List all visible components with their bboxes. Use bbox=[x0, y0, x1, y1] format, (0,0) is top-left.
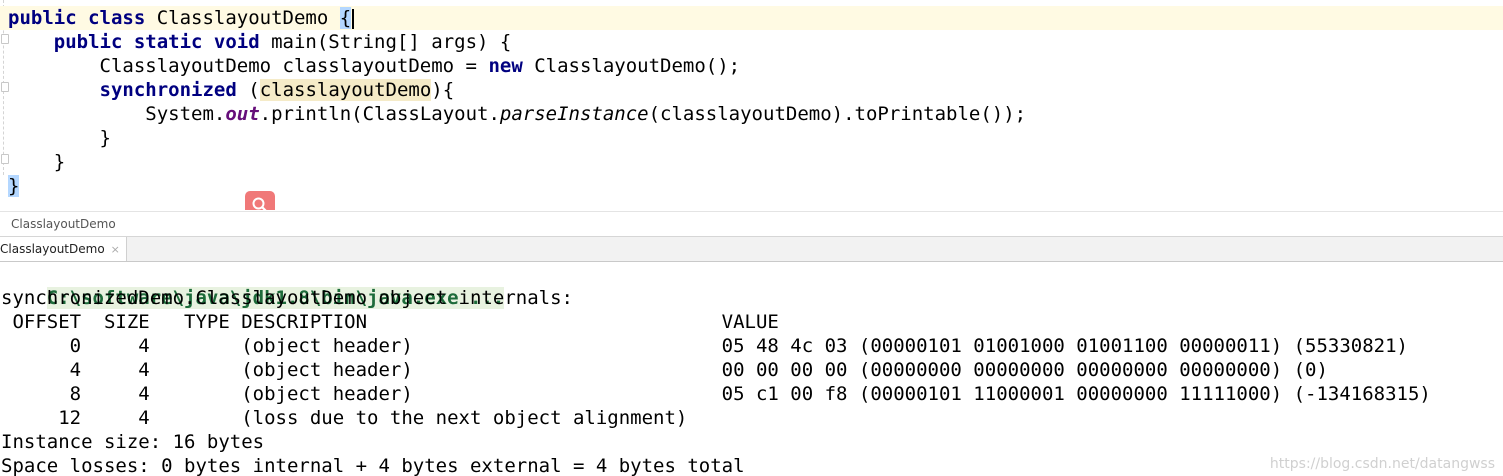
console-line: 8 4 (object header) 05 c1 00 f8 (0000010… bbox=[1, 383, 1431, 405]
console-line: synchronizedDemo.ClasslayoutDemo object … bbox=[1, 287, 573, 309]
code-editor[interactable]: public class ClasslayoutDemo { public st… bbox=[0, 0, 1503, 210]
console-line: 4 4 (object header) 00 00 00 00 (0000000… bbox=[1, 359, 1328, 381]
tab-run-classlayoutdemo[interactable]: ClasslayoutDemo × bbox=[0, 237, 127, 261]
code-token-kw: synchronized bbox=[99, 79, 237, 101]
code-line[interactable]: System.out.println(ClassLayout.parseInst… bbox=[8, 102, 1026, 126]
code-token-italic: parseInstance bbox=[499, 103, 649, 125]
breadcrumb-item[interactable]: ClasslayoutDemo bbox=[11, 217, 116, 231]
code-token: main(String[] args) { bbox=[259, 31, 512, 53]
search-icon[interactable] bbox=[245, 191, 275, 210]
breadcrumb: ClasslayoutDemo bbox=[0, 211, 1503, 236]
close-icon[interactable]: × bbox=[111, 243, 120, 256]
watermark: https://blog.csdn.net/datangwss bbox=[1269, 456, 1495, 472]
code-token: } bbox=[8, 127, 111, 149]
code-token: ){ bbox=[431, 79, 455, 101]
tab-label: ClasslayoutDemo bbox=[0, 242, 105, 256]
run-tool-window-tabs: ClasslayoutDemo × bbox=[0, 236, 1503, 262]
code-line[interactable]: synchronized (classlayoutDemo){ bbox=[8, 78, 454, 102]
code-line[interactable]: } bbox=[8, 150, 65, 174]
code-token: } bbox=[8, 151, 66, 173]
console-line: Instance size: 16 bytes bbox=[1, 431, 265, 453]
code-line[interactable]: public class ClasslayoutDemo { bbox=[0, 6, 1503, 30]
code-token: ClasslayoutDemo(); bbox=[522, 55, 741, 77]
code-line[interactable]: } bbox=[8, 126, 111, 150]
code-token-kw: public static void bbox=[53, 31, 260, 53]
run-console[interactable]: C:\software\java\jdk1.8\bin\java.exe ...… bbox=[0, 262, 1503, 476]
code-token: (classlayoutDemo).toPrintable()); bbox=[648, 103, 1027, 125]
console-line: 0 4 (object header) 05 48 4c 03 (0000010… bbox=[1, 335, 1408, 357]
code-token: ( bbox=[236, 79, 260, 101]
code-token-kw: public class bbox=[8, 7, 146, 29]
code-token-kw: new bbox=[488, 55, 523, 77]
code-token-brace-hl: { bbox=[339, 7, 352, 29]
code-token: ClasslayoutDemo bbox=[145, 7, 340, 29]
code-line[interactable]: ClasslayoutDemo classlayoutDemo = new Cl… bbox=[8, 54, 741, 78]
console-command-line: C:\software\java\jdk1.8\bin\java.exe ... bbox=[1, 262, 505, 309]
code-token-brace-hl: } bbox=[8, 175, 20, 197]
code-token: System. bbox=[8, 103, 226, 125]
console-line: Space losses: 0 bytes internal + 4 bytes… bbox=[1, 455, 745, 476]
console-line: OFFSET SIZE TYPE DESCRIPTION VALUE bbox=[1, 311, 779, 333]
code-token: .println(ClassLayout. bbox=[259, 103, 500, 125]
code-line[interactable]: } bbox=[8, 174, 20, 198]
code-line[interactable]: public static void main(String[] args) { bbox=[8, 30, 512, 54]
code-token: ClasslayoutDemo classlayoutDemo = bbox=[8, 55, 489, 77]
text-caret bbox=[352, 8, 355, 29]
console-line: 12 4 (loss due to the next object alignm… bbox=[1, 407, 688, 429]
code-token-field: out bbox=[225, 103, 260, 125]
code-token-var-hl: classlayoutDemo bbox=[259, 79, 432, 101]
